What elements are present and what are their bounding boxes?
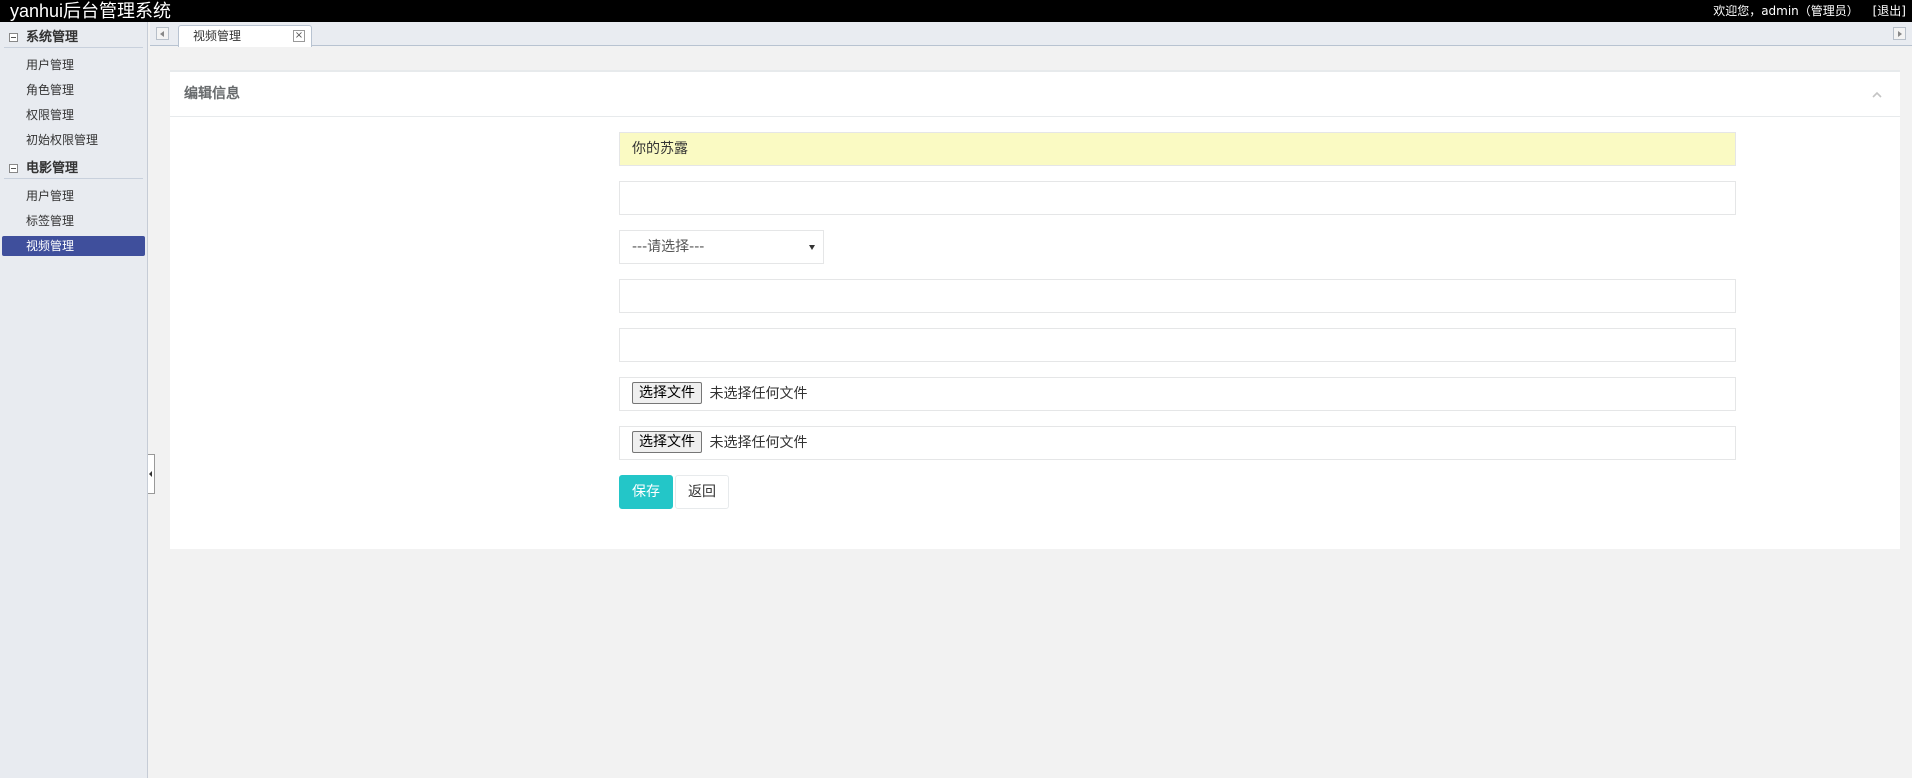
panel-header: 编辑信息 — [170, 72, 1900, 117]
rating-input[interactable] — [619, 328, 1736, 362]
collapse-square-icon[interactable] — [9, 164, 18, 173]
tab-video-management[interactable]: 视频管理 × — [178, 25, 312, 47]
form-row-region: 影片地区： — [170, 279, 1900, 313]
video-file-input: 选择文件 未选择任何文件 — [619, 426, 1736, 460]
form-row-upload: 影片上传： 选择文件 未选择任何文件 — [170, 426, 1900, 460]
form-row-duration: 影片时长： — [170, 181, 1900, 215]
menu-list-system: 用户管理 角色管理 权限管理 初始权限管理 — [0, 48, 147, 150]
form-row-name: 影片名称： 你的苏露 — [170, 132, 1900, 166]
image-file-input: 选择文件 未选择任何文件 — [619, 377, 1736, 411]
caret-down-icon — [809, 245, 815, 250]
tag-select[interactable]: ---请选择--- — [619, 230, 824, 264]
sidebar: 系统管理 用户管理 角色管理 权限管理 初始权限管理 电影管理 用户管理 标签管… — [0, 22, 148, 778]
menu-group-title: 系统管理 — [26, 30, 79, 45]
form-row-actions: 保存 返回 — [170, 475, 1900, 509]
sidebar-item-user-management[interactable]: 用户管理 — [2, 55, 145, 75]
user-area: 欢迎您，admin（管理员） [退出] — [1703, 0, 1906, 22]
form-row-tag: 影片标签： ---请选择--- — [170, 230, 1900, 264]
tab-scroll-left-icon[interactable] — [156, 27, 169, 40]
sidebar-item-tag-management[interactable]: 标签管理 — [2, 211, 145, 231]
collapse-square-icon[interactable] — [9, 33, 18, 42]
back-button[interactable]: 返回 — [675, 475, 729, 509]
close-icon[interactable]: × — [293, 30, 305, 42]
tag-select-value: ---请选择--- — [632, 239, 705, 255]
sidebar-item-movie-user-management[interactable]: 用户管理 — [2, 186, 145, 206]
sidebar-item-video-management[interactable]: 视频管理 — [2, 236, 145, 256]
save-button[interactable]: 保存 — [619, 475, 673, 509]
menu-group-header-system[interactable]: 系统管理 — [4, 28, 143, 48]
edit-panel: 编辑信息 影片名称： 你的苏露 影片时长： 影片标签： ---请选择--- 影片… — [170, 70, 1900, 549]
welcome-text: 欢迎您，admin（管理员） — [1713, 4, 1859, 18]
tab-label: 视频管理 — [193, 29, 242, 43]
sidebar-item-role-management[interactable]: 角色管理 — [2, 80, 145, 100]
menu-group-header-movie[interactable]: 电影管理 — [4, 159, 143, 179]
tab-strip: 视频管理 × — [150, 22, 1912, 47]
menu-list-movie: 用户管理 标签管理 视频管理 — [0, 179, 147, 256]
menu-group-movie: 电影管理 用户管理 标签管理 视频管理 — [0, 159, 147, 256]
logout-link[interactable]: [退出] — [1873, 4, 1906, 18]
form-row-rating: 影片评分： — [170, 328, 1900, 362]
form-row-image: 影片图片： 选择文件 未选择任何文件 — [170, 377, 1900, 411]
chevron-up-icon[interactable] — [1872, 90, 1882, 100]
menu-group-system: 系统管理 用户管理 角色管理 权限管理 初始权限管理 — [0, 28, 147, 150]
sidebar-collapse-handle[interactable] — [148, 454, 155, 494]
duration-input[interactable] — [619, 181, 1736, 215]
image-file-status: 未选择任何文件 — [709, 386, 808, 402]
video-file-status: 未选择任何文件 — [709, 435, 808, 451]
image-choose-file-button[interactable]: 选择文件 — [632, 381, 702, 404]
top-bar: yanhui后台管理系统 欢迎您，admin（管理员） [退出] — [0, 0, 1912, 22]
name-input[interactable]: 你的苏露 — [619, 132, 1736, 166]
app-title: yanhui后台管理系统 — [10, 1, 172, 21]
sidebar-item-permission-management[interactable]: 权限管理 — [2, 105, 145, 125]
panel-title: 编辑信息 — [184, 86, 240, 102]
region-input[interactable] — [619, 279, 1736, 313]
sidebar-item-initial-permission-management[interactable]: 初始权限管理 — [2, 130, 145, 150]
video-choose-file-button[interactable]: 选择文件 — [632, 430, 702, 453]
menu-group-title: 电影管理 — [26, 161, 79, 176]
tab-scroll-right-icon[interactable] — [1893, 27, 1906, 40]
